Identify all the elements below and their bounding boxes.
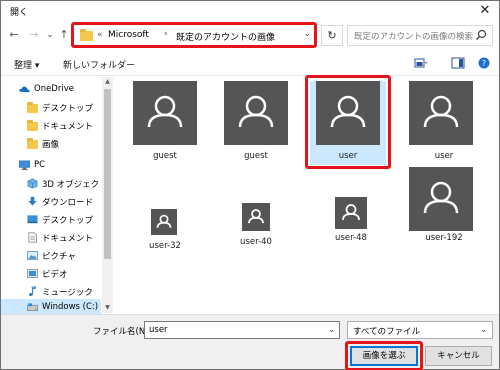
sidebar-item-3d-objects[interactable]: 3D オブジェクト xyxy=(1,175,108,193)
file-name: guest xyxy=(244,151,268,161)
sidebar-item-label: デスクトップ xyxy=(42,216,94,226)
file-name: user xyxy=(434,151,454,161)
sidebar-scrollbar[interactable]: ▲ ▼ xyxy=(102,77,113,313)
sidebar-item-desktop[interactable]: デスクトップ xyxy=(1,211,101,229)
file-item-user-48[interactable]: user-48 xyxy=(328,193,374,247)
sidebar-item-documents-onedrive[interactable]: ドキュメント xyxy=(1,117,101,135)
close-button[interactable]: ✕ xyxy=(477,3,493,19)
file-item-user-40[interactable]: user-40 xyxy=(233,197,279,247)
drive-icon xyxy=(27,303,38,312)
up-button[interactable]: ↑ xyxy=(57,28,71,42)
refresh-icon: ↻ xyxy=(327,29,337,42)
sidebar-item-label: 3D オブジェクト xyxy=(42,180,108,190)
scroll-up-icon[interactable]: ▲ xyxy=(102,77,113,87)
open-file-dialog: 開く ✕ ← → ⌄ ↑ « Microsoft › 既定のアカウントの画像 ⌄… xyxy=(0,0,500,370)
new-folder-button[interactable]: 新しいフォルダー xyxy=(63,58,135,71)
filename-label: ファイル名(N): xyxy=(93,327,152,337)
file-item-user[interactable]: user xyxy=(406,81,476,167)
desktop-icon xyxy=(27,215,38,224)
user-avatar-icon xyxy=(335,197,367,229)
command-bar: 整理 ▾ 新しいフォルダー ? xyxy=(1,52,499,76)
user-avatar-icon xyxy=(224,81,288,145)
sidebar-item-label: ピクチャ xyxy=(42,252,76,262)
sidebar-item-label: ミュージック xyxy=(42,288,93,298)
filename-input[interactable]: user ⌄ xyxy=(144,321,340,339)
title-bar: 開く ✕ xyxy=(1,1,499,21)
picture-icon xyxy=(27,251,38,260)
sidebar-item-label: ビデオ xyxy=(42,270,68,280)
user-avatar-icon xyxy=(151,209,177,235)
recent-locations-button[interactable]: ⌄ xyxy=(43,28,57,42)
sidebar-item-label: ドキュメント xyxy=(42,234,94,244)
sidebar-item-label: PC xyxy=(34,160,46,170)
file-name: user-48 xyxy=(335,233,367,243)
sidebar-item-pictures-onedrive[interactable]: 画像 xyxy=(1,135,101,153)
music-icon xyxy=(29,286,36,296)
sidebar-item-label: ダウンロード xyxy=(42,198,94,208)
file-item-user-192[interactable]: user-192 xyxy=(406,167,476,249)
sidebar-item-videos[interactable]: ビデオ xyxy=(1,265,101,283)
pc-icon xyxy=(19,160,30,171)
view-options-icon[interactable] xyxy=(414,57,428,69)
address-bar-highlight xyxy=(71,22,317,48)
video-icon xyxy=(27,269,38,278)
sidebar-item-desktop-onedrive[interactable]: デスクトップ xyxy=(1,99,101,117)
forward-button[interactable]: → xyxy=(27,28,41,42)
sidebar-item-pictures[interactable]: ピクチャ xyxy=(1,247,101,265)
selected-file-highlight xyxy=(305,75,391,169)
file-item-guest[interactable]: guest xyxy=(221,81,291,167)
sidebar-item-documents[interactable]: ドキュメント xyxy=(1,229,101,247)
cube-icon xyxy=(27,178,38,189)
folder-icon xyxy=(27,138,38,149)
file-name: user-40 xyxy=(240,237,272,247)
filename-value: user xyxy=(149,325,168,335)
filetype-select[interactable]: すべてのファイル ⌄ xyxy=(347,321,493,339)
user-avatar-icon xyxy=(133,81,197,145)
dialog-footer: ファイル名(N): user ⌄ すべてのファイル ⌄ 画像を選ぶ キャンセル xyxy=(1,314,499,370)
filetype-dropdown-icon[interactable]: ⌄ xyxy=(480,325,487,334)
sidebar-item-downloads[interactable]: ダウンロード xyxy=(1,193,101,211)
preview-pane-icon[interactable] xyxy=(451,57,465,69)
folder-icon xyxy=(27,102,38,113)
file-item-guest[interactable]: guest xyxy=(130,81,200,167)
sidebar-item-label: 画像 xyxy=(42,140,60,150)
search-box[interactable]: 既定のアカウントの画像の検索 xyxy=(347,25,493,46)
file-name: user-32 xyxy=(149,241,181,251)
file-list: guest guest user user user-32 user-40 us… xyxy=(117,75,499,313)
organize-menu[interactable]: 整理 ▾ xyxy=(14,58,39,71)
window-title: 開く xyxy=(10,8,29,18)
sidebar-item-label: Windows (C:) xyxy=(42,302,99,312)
cloud-icon xyxy=(19,86,30,93)
help-icon[interactable]: ? xyxy=(477,57,491,69)
choose-picture-button-highlight xyxy=(345,341,423,370)
scroll-down-icon[interactable]: ▼ xyxy=(102,303,113,313)
user-avatar-icon xyxy=(242,203,270,231)
cancel-button[interactable]: キャンセル xyxy=(425,346,492,366)
sidebar-item-label: デスクトップ xyxy=(42,104,94,114)
back-button[interactable]: ← xyxy=(7,28,21,42)
file-name: guest xyxy=(153,151,177,161)
folder-icon xyxy=(27,120,38,131)
download-icon xyxy=(28,196,37,206)
sidebar-scroll-thumb[interactable] xyxy=(104,89,111,259)
user-avatar-icon xyxy=(409,167,473,231)
file-item-user-32[interactable]: user-32 xyxy=(142,201,188,251)
sidebar-item-onedrive[interactable]: OneDrive xyxy=(1,81,101,99)
search-icon xyxy=(476,29,487,40)
sidebar-item-pc[interactable]: PC xyxy=(1,157,101,175)
sidebar-item-label: OneDrive xyxy=(34,84,74,94)
file-name: user-192 xyxy=(425,233,463,243)
navigation-bar: ← → ⌄ ↑ « Microsoft › 既定のアカウントの画像 ⌄ ↻ 既定… xyxy=(1,22,499,50)
document-icon xyxy=(28,232,37,243)
refresh-button[interactable]: ↻ xyxy=(321,25,343,46)
user-avatar-icon xyxy=(409,81,473,145)
filename-dropdown-icon[interactable]: ⌄ xyxy=(328,325,335,334)
filetype-value: すべてのファイル xyxy=(353,327,421,337)
svg-text:?: ? xyxy=(482,59,486,68)
navigation-pane: OneDrive デスクトップ ドキュメント 画像 PC 3D オブジェクト ダ… xyxy=(1,77,114,317)
sidebar-item-label: ドキュメント xyxy=(42,122,94,132)
search-placeholder: 既定のアカウントの画像の検索 xyxy=(354,32,474,42)
